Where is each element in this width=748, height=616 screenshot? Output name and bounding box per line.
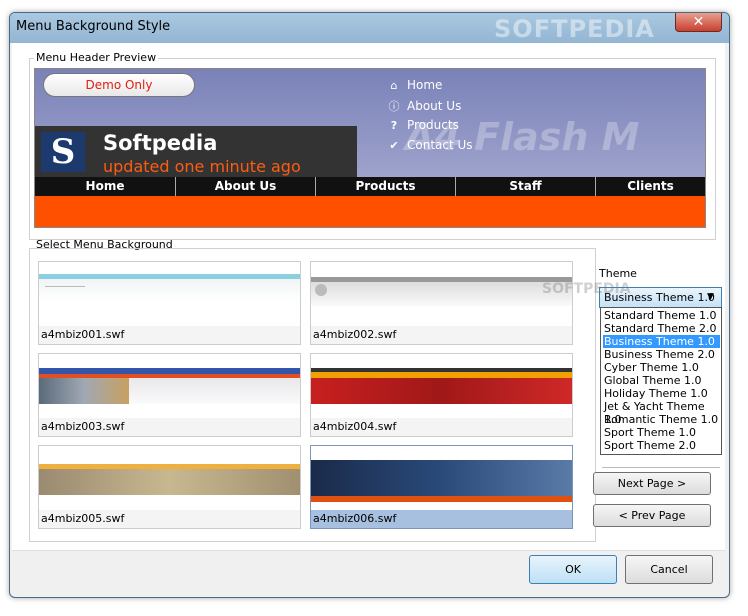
softpedia-watermark-small: SOFTPEDIA bbox=[542, 281, 631, 297]
preview-nav-bar: Home About Us Products Staff Clients bbox=[35, 177, 705, 196]
preview-company-name: Softpedia bbox=[103, 131, 218, 155]
background-thumb-2[interactable]: a4mbiz002.swf bbox=[310, 261, 573, 345]
theme-option[interactable]: Global Theme 1.0 bbox=[603, 374, 720, 387]
thumb-filename: a4mbiz005.swf bbox=[41, 512, 125, 525]
background-thumb-4[interactable]: a4mbiz004.swf bbox=[310, 353, 573, 437]
prev-page-button[interactable]: < Prev Page bbox=[593, 504, 711, 527]
ok-button[interactable]: OK bbox=[529, 555, 617, 584]
thumb-filename: a4mbiz003.swf bbox=[41, 420, 125, 433]
background-thumb-1[interactable]: a4mbiz001.swf bbox=[38, 261, 301, 345]
background-thumb-3[interactable]: a4mbiz003.swf bbox=[38, 353, 301, 437]
background-thumb-5[interactable]: a4mbiz005.swf bbox=[38, 445, 301, 529]
theme-option[interactable]: Sport Theme 2.0 bbox=[603, 439, 720, 452]
theme-dropdown-list: Standard Theme 1.0 Standard Theme 2.0 Bu… bbox=[600, 307, 722, 455]
theme-option[interactable]: Romantic Theme 1.0 bbox=[603, 413, 720, 426]
preview-updated-text: updated one minute ago bbox=[103, 157, 301, 176]
cancel-button[interactable]: Cancel bbox=[625, 555, 713, 584]
preview-nav-staff: Staff bbox=[456, 177, 596, 196]
theme-option[interactable]: Holiday Theme 1.0 bbox=[603, 387, 720, 400]
thumb-preview bbox=[311, 354, 572, 418]
window-title: Menu Background Style bbox=[16, 19, 171, 34]
close-icon: ✕ bbox=[692, 14, 705, 30]
preview-group-label: Menu Header Preview bbox=[34, 51, 159, 64]
demo-only-badge: Demo Only bbox=[43, 73, 195, 97]
preview-nav-about: About Us bbox=[176, 177, 316, 196]
thumb-preview bbox=[39, 354, 300, 418]
paging-separator bbox=[602, 467, 720, 468]
thumb-filename: a4mbiz002.swf bbox=[313, 328, 397, 341]
preview-link-home: ⌂ Home bbox=[387, 78, 443, 92]
house-icon: ⌂ bbox=[390, 79, 398, 92]
preview-link-products: ? Products bbox=[387, 118, 459, 132]
info-icon: ⓘ bbox=[388, 100, 400, 113]
footer-divider bbox=[12, 550, 725, 551]
theme-option[interactable]: Standard Theme 1.0 bbox=[603, 309, 720, 322]
theme-option[interactable]: Standard Theme 2.0 bbox=[603, 322, 720, 335]
dialog-window: Menu Background Style SOFTPEDIA ✕ Menu H… bbox=[9, 12, 730, 598]
thumb-preview bbox=[39, 262, 300, 326]
preview-nav-clients: Clients bbox=[627, 179, 674, 193]
softpedia-logo: S bbox=[41, 132, 85, 172]
close-button[interactable]: ✕ bbox=[675, 13, 722, 32]
theme-option[interactable]: Jet & Yacht Theme 1.0 bbox=[603, 400, 720, 426]
preview-link-about: ⓘ About Us bbox=[388, 99, 462, 113]
preview-nav-home: Home bbox=[35, 177, 176, 196]
thumb-preview bbox=[39, 446, 300, 510]
preview-header-area: Demo Only A4 Flash M ⌂ Home ⓘ About Us ? Pr… bbox=[35, 69, 705, 177]
theme-label: Theme bbox=[599, 267, 637, 280]
thumb-filename: a4mbiz006.swf bbox=[313, 512, 397, 525]
theme-option[interactable]: Sport Theme 1.0 bbox=[603, 426, 720, 439]
chevron-down-icon: ▼ bbox=[707, 292, 714, 302]
question-icon: ? bbox=[390, 119, 398, 132]
next-page-button[interactable]: Next Page > bbox=[593, 472, 711, 495]
thumb-filename: a4mbiz004.swf bbox=[313, 420, 397, 433]
theme-option[interactable]: Business Theme 2.0 bbox=[603, 348, 720, 361]
theme-option[interactable]: Cyber Theme 1.0 bbox=[603, 361, 720, 374]
checkmark-icon: ✔ bbox=[389, 139, 399, 152]
preview-orange-band bbox=[35, 196, 705, 227]
menu-header-preview: Demo Only A4 Flash M ⌂ Home ⓘ About Us ? Pr… bbox=[34, 68, 706, 228]
preview-logo-box: S Softpedia updated one minute ago bbox=[35, 126, 357, 177]
softpedia-watermark: SOFTPEDIA bbox=[494, 15, 655, 43]
preview-link-contact: ✔ Contact Us bbox=[387, 138, 472, 152]
title-bar[interactable]: Menu Background Style SOFTPEDIA ✕ bbox=[10, 13, 729, 43]
background-thumb-6[interactable]: a4mbiz006.swf bbox=[310, 445, 573, 529]
thumb-preview bbox=[311, 446, 572, 510]
theme-option-selected[interactable]: Business Theme 1.0 bbox=[603, 335, 720, 348]
thumb-filename: a4mbiz001.swf bbox=[41, 328, 125, 341]
preview-nav-products: Products bbox=[316, 177, 456, 196]
thumb-preview bbox=[311, 262, 572, 326]
